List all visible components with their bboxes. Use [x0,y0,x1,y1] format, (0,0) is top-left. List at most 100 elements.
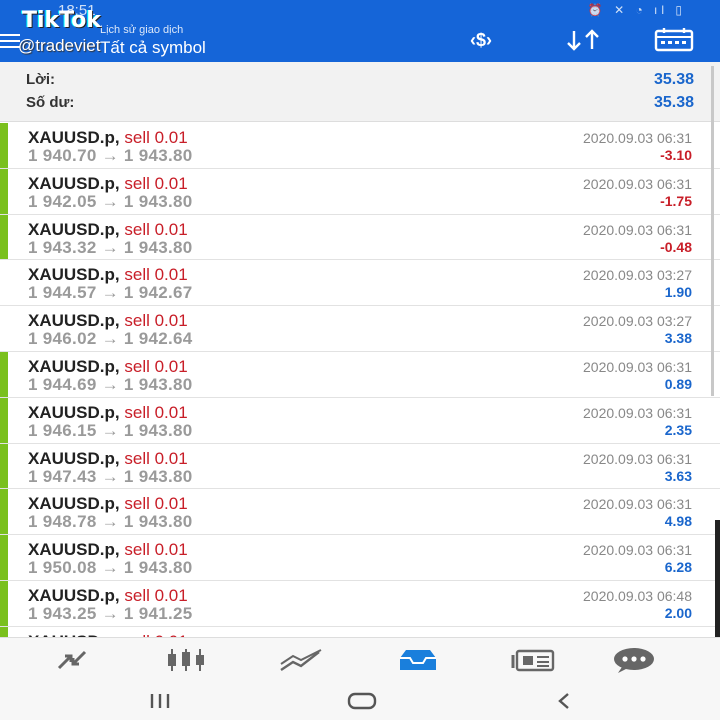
trade-profit: 3.63 [664,467,692,484]
scrollbar[interactable] [711,66,714,396]
trade-time: 2020.09.03 06:48 [583,587,692,604]
scroll-indicator [715,520,720,650]
balance-row: Số dư: 35.38 [26,94,694,116]
trade-profit: 2.00 [664,604,692,621]
trade-prices: 1 944.69 → 1 943.80 [28,374,193,394]
trade-symbol: XAUUSD.p, sell 0.01 [28,357,188,377]
trade-profit: -0.48 [660,238,692,255]
menu-icon[interactable] [0,34,20,48]
trade-time: 2020.09.03 06:31 [583,542,692,559]
chart-icon[interactable] [162,646,210,674]
trade-side: sell 0.01 [124,265,188,285]
trade-time: 2020.09.03 06:31 [583,221,692,238]
profit-value: 35.38 [653,71,694,88]
bottom-navigation [0,637,720,681]
trade-row[interactable]: XAUUSD.p, sell 0.01 1 942.05 → 1 943.80 20… [0,168,720,215]
trade-side: sell 0.01 [124,540,188,560]
system-navigation [0,681,720,720]
symbol-name: XAUUSD.p, [28,540,120,560]
quotes-icon[interactable] [48,646,96,674]
news-icon[interactable] [510,646,558,674]
trade-prices: 1 944.57 → 1 942.67 [28,283,193,303]
symbol-name: XAUUSD.p, [28,402,120,422]
trade-side: sell 0.01 [124,448,188,468]
trade-row[interactable]: XAUUSD.p, sell 0.01 1 947.43 → 1 943.80 20… [0,443,720,490]
trade-symbol: XAUUSD.p, sell 0.01 [28,128,188,148]
trade-symbol: XAUUSD.p, sell 0.01 [28,586,188,606]
trade-prices: 1 940.70 → 1 943.80 [28,146,193,165]
trade-row[interactable]: XAUUSD.p, sell 0.01 1 943.25 → 1 941.25 20… [0,580,720,627]
symbol-filter[interactable]: Tất cả symbol [100,38,206,58]
trade-row[interactable]: XAUUSD.p, sell 0.01 1 946.02 → 1 942.64 20… [0,306,720,352]
trade-side: sell 0.01 [124,219,188,239]
trade-profit: 2.35 [664,421,692,438]
trade-side: sell 0.01 [124,402,188,422]
currency-filter-icon[interactable]: ‹$› [468,28,518,52]
trade-symbol: XAUUSD.p, sell 0.01 [28,494,188,514]
trade-side: sell 0.01 [124,128,188,147]
trade-side: sell 0.01 [124,173,188,193]
trade-time: 2020.09.03 06:31 [583,404,692,421]
trade-row[interactable]: XAUUSD.p, sell 0.01 1 950.08 → 1 943.80 20… [0,535,720,581]
trade-icon[interactable] [278,646,326,674]
trade-time: 2020.09.03 06:31 [583,496,692,513]
profit-label: Lời: [26,71,55,88]
trade-prices: 1 942.05 → 1 943.80 [28,191,193,211]
trade-prices: 1 946.15 → 1 943.80 [28,420,193,440]
trade-prices: 1 950.08 → 1 943.80 [28,558,193,578]
symbol-name: XAUUSD.p, [28,585,120,605]
trade-profit: 6.28 [664,559,692,576]
symbol-name: XAUUSD.p, [28,219,120,239]
trade-profit: -1.75 [660,192,692,209]
profit-row: Lời: 35.38 [26,71,694,93]
trade-symbol: XAUUSD.p, sell 0.01 [28,265,188,285]
trade-time: 2020.09.03 06:31 [583,358,692,375]
trade-profit: 3.38 [664,330,692,347]
symbol-name: XAUUSD.p, [28,311,120,331]
balance-value: 35.38 [653,94,694,111]
trade-symbol: XAUUSD.p, sell 0.01 [28,174,188,194]
symbol-name: XAUUSD.p, [28,448,120,468]
symbol-name: XAUUSD.p, [28,265,120,285]
trade-prices: 1 948.78 → 1 943.80 [28,512,193,532]
chat-icon[interactable] [610,646,658,674]
svg-text:‹$›: ‹$› [470,30,492,50]
symbol-name: XAUUSD.p, [28,494,120,514]
trade-symbol: XAUUSD.p, sell 0.01 [28,311,188,331]
trade-profit: 1.90 [664,284,692,301]
sort-icon[interactable] [560,28,608,52]
trade-side: sell 0.01 [124,356,188,376]
trade-prices: 1 943.25 → 1 941.25 [28,603,193,623]
status-icons: ⏰ ✕ ◔ ıl ▯ [587,3,686,17]
trade-row[interactable]: XAUUSD.p, sell 0.01 1 940.70 → 1 943.80 20… [0,123,720,169]
back-icon[interactable] [544,687,584,715]
app-header: 18:51 ⏰ ✕ ◔ ıl ▯ Lịch sử giao dịch Tất c… [0,0,720,62]
trade-time: 2020.09.03 06:31 [583,130,692,146]
symbol-name: XAUUSD.p, [28,128,120,147]
balance-label: Số dư: [26,94,75,111]
trade-row[interactable]: XAUUSD.p, sell 0.01 [0,626,720,637]
trade-row[interactable]: XAUUSD.p, sell 0.01 1 943.32 → 1 943.80 20… [0,214,720,261]
trade-time: 2020.09.03 06:31 [583,175,692,192]
trade-time: 2020.09.03 03:27 [583,313,692,330]
trade-row[interactable]: XAUUSD.p, sell 0.01 1 948.78 → 1 943.80 20… [0,489,720,536]
trade-side: sell 0.01 [124,311,188,331]
trade-prices: 1 947.43 → 1 943.80 [28,466,193,486]
trade-history-list[interactable]: XAUUSD.p, sell 0.01 1 940.70 → 1 943.80 20… [0,123,720,637]
history-icon[interactable] [394,646,442,674]
recent-apps-icon[interactable] [140,687,180,715]
trade-row[interactable]: XAUUSD.p, sell 0.01 1 944.57 → 1 942.67 20… [0,260,720,307]
trade-symbol: XAUUSD.p, sell 0.01 [28,220,188,240]
trade-symbol: XAUUSD.p, sell 0.01 [28,540,188,560]
home-icon[interactable] [342,687,382,715]
trade-profit: -3.10 [660,147,692,163]
trade-time: 2020.09.03 03:27 [583,267,692,284]
account-summary: Lời: 35.38 Số dư: 35.38 [0,62,720,122]
trade-side: sell 0.01 [124,585,188,605]
calendar-icon[interactable] [652,28,696,52]
tiktok-watermark: TikTok [22,8,102,33]
tiktok-handle: @tradeviet [18,36,101,55]
trade-prices: 1 946.02 → 1 942.64 [28,329,193,349]
trade-row[interactable]: XAUUSD.p, sell 0.01 1 946.15 → 1 943.80 20… [0,397,720,444]
trade-row[interactable]: XAUUSD.p, sell 0.01 1 944.69 → 1 943.80 20… [0,351,720,398]
